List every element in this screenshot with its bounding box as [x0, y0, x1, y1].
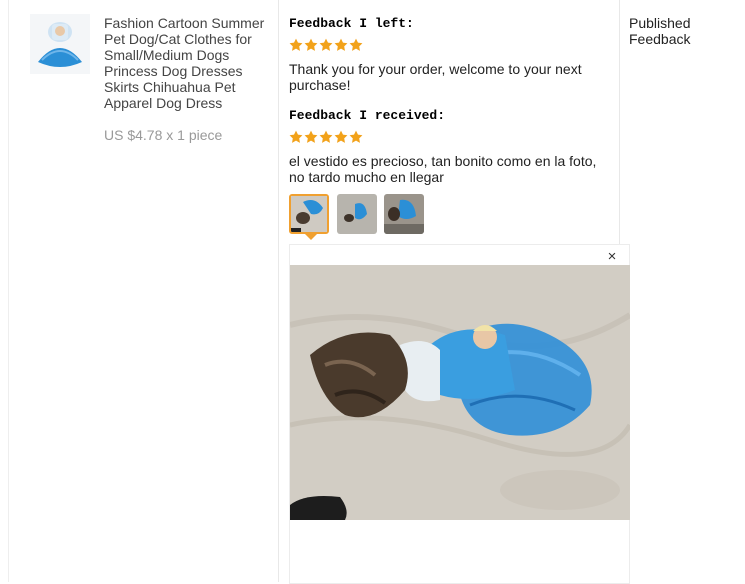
- star-icon: [349, 38, 363, 51]
- star-icon: [289, 130, 303, 143]
- star-icon: [304, 130, 318, 143]
- feedback-received-heading: Feedback I received:: [289, 108, 446, 123]
- close-icon[interactable]: ×: [604, 249, 620, 265]
- photo-preview-image: [290, 265, 630, 520]
- feedback-received-text: el vestido es precioso, tan bonito como …: [289, 153, 597, 185]
- star-icon: [334, 38, 348, 51]
- product-thumbnail[interactable]: [30, 14, 90, 74]
- star-icon: [289, 38, 303, 51]
- star-icon: [334, 130, 348, 143]
- photo-thumbnail[interactable]: [384, 194, 424, 234]
- left-border: [8, 0, 9, 582]
- photo-thumbnail[interactable]: [289, 194, 329, 234]
- selected-thumbnail-indicator: [305, 234, 317, 240]
- feedback-left-text: Thank you for your order, welcome to you…: [289, 61, 582, 93]
- column-divider: [278, 0, 279, 582]
- product-title[interactable]: Fashion Cartoon Summer Pet Dog/Cat Cloth…: [104, 15, 269, 111]
- feedback-left-heading: Feedback I left:: [289, 16, 414, 31]
- feedback-status: Published Feedback: [629, 15, 691, 47]
- star-icon: [349, 130, 363, 143]
- product-price: US $4.78 x 1 piece: [104, 127, 223, 143]
- photo-thumbnail[interactable]: [337, 194, 377, 234]
- star-icon: [304, 38, 318, 51]
- feedback-left-stars: [289, 38, 363, 52]
- star-icon: [319, 38, 333, 51]
- feedback-received-stars: [289, 130, 363, 144]
- star-icon: [319, 130, 333, 143]
